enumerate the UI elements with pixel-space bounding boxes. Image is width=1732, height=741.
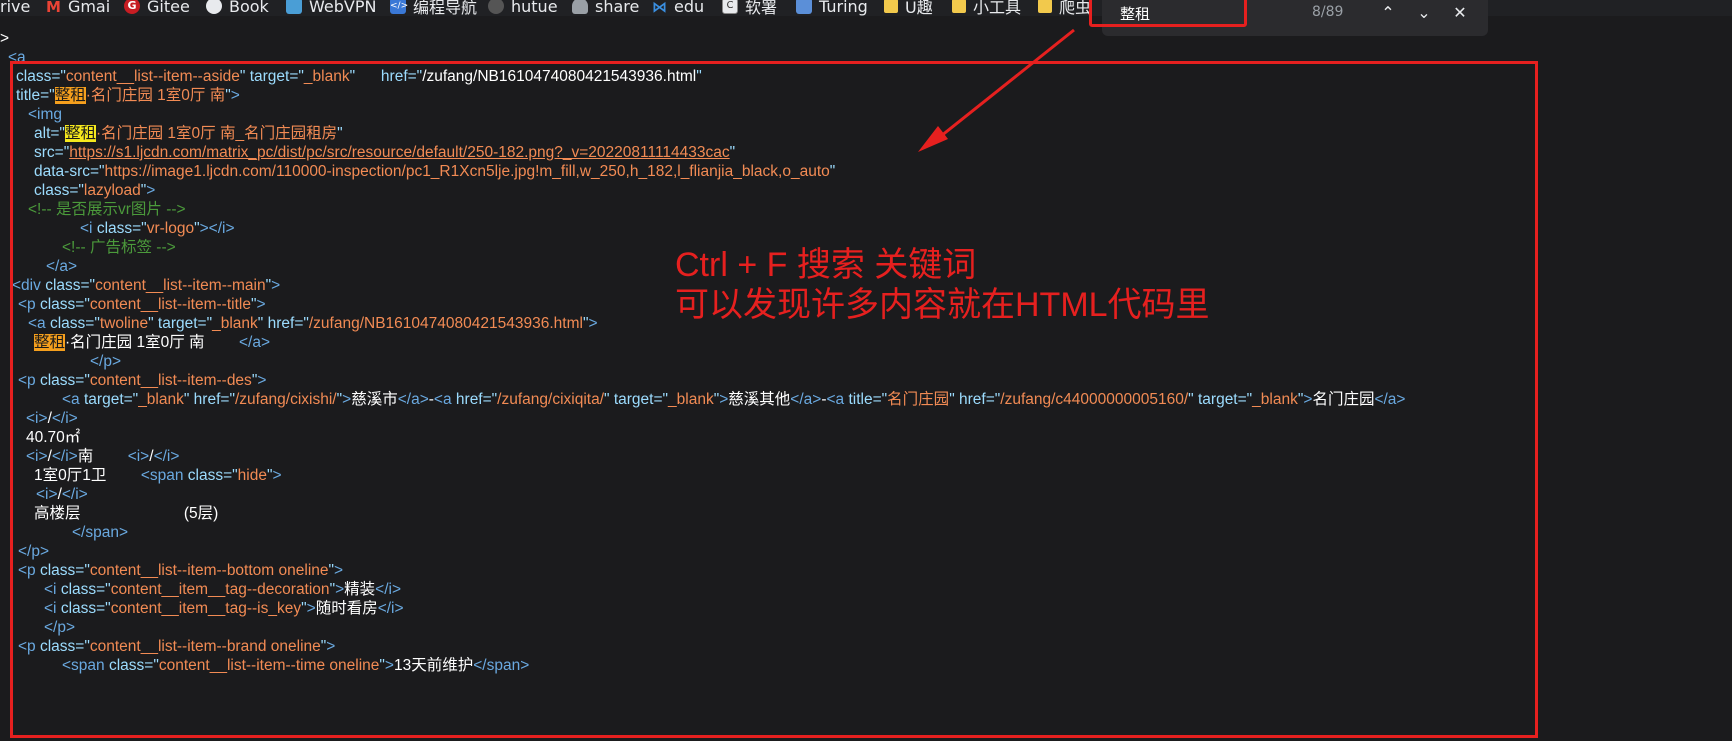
code-line: <p class="content__list--item--des">: [18, 372, 267, 389]
code-line: <i>/</i>: [36, 486, 88, 503]
code-line: <!-- 是否展示vr图片 -->: [28, 201, 186, 218]
bookmark-folder-tools[interactable]: 小工具: [952, 0, 1021, 16]
bookmark-folder-uqu[interactable]: U趣: [884, 0, 933, 16]
code-line: <a class="twoline" target="_blank" href=…: [28, 315, 598, 332]
code-line: <i class="content__item__tag--is_key">随时…: [44, 600, 404, 617]
code-line: 40.70㎡: [26, 429, 81, 446]
bookmark-drive[interactable]: rive: [0, 0, 30, 16]
code-line: <!-- 广告标签 -->: [62, 239, 176, 256]
code-line: <p class="content__list--item--brand one…: [18, 638, 336, 655]
code-line: <p class="content__list--item--title">: [18, 296, 266, 313]
bookmark-edu[interactable]: ⋈ edu: [652, 0, 704, 16]
source-code-view: > <a class="content__list--item--aside" …: [0, 18, 1732, 741]
bookmark-folder-spider[interactable]: 爬虫: [1038, 0, 1091, 16]
bookmark-label: Gitee: [147, 0, 190, 16]
code-line: data-src="https://image1.ljcdn.com/11000…: [34, 163, 836, 180]
software-icon: C: [722, 0, 738, 14]
bookmark-label: U趣: [905, 0, 933, 16]
edu-icon: ⋈: [652, 0, 667, 16]
bookmark-label: 爬虫: [1059, 0, 1092, 16]
gitee-icon: G: [124, 0, 140, 14]
code-line: src="https://s1.ljcdn.com/matrix_pc/dist…: [34, 144, 736, 161]
bookmark-book[interactable]: Book: [206, 0, 269, 16]
code-line: class="lazyload">: [34, 182, 156, 199]
code-line: </p>: [44, 619, 76, 636]
code-line: <a: [8, 49, 26, 66]
annotation-line-2: 可以发现许多内容就在HTML代码里: [675, 286, 1210, 324]
bookmark-label: 编程导航: [413, 0, 478, 16]
annotation-line-1: Ctrl + F 搜索 关键词: [675, 246, 977, 284]
code-line: </span>: [72, 524, 129, 541]
folder-icon: [1038, 0, 1052, 13]
code-line: 高楼层 (5层): [34, 505, 219, 522]
bookmark-label: 小工具: [973, 0, 1022, 16]
bookmark-share[interactable]: share: [572, 0, 639, 16]
bookmark-label: WebVPN: [309, 0, 377, 16]
code-line: <span class="content__list--item--time o…: [62, 657, 530, 674]
bookmark-gmail[interactable]: M Gmai: [46, 0, 110, 16]
bookmark-label: edu: [674, 0, 705, 16]
code-line: <i>/</i>: [26, 410, 78, 427]
bookmark-label: Turing: [819, 0, 868, 16]
code-line: </p>: [90, 353, 122, 370]
code-line: <i class="vr-logo"></i>: [80, 220, 235, 237]
bookmark-code-nav[interactable]: </> 编程导航: [390, 0, 477, 16]
bookmark-hutue[interactable]: hutue: [488, 0, 558, 16]
turing-icon: [796, 0, 812, 14]
code-line: </p>: [18, 543, 50, 560]
code-line: title="整租·名门庄园 1室0厅 南">: [16, 87, 240, 104]
bookmark-software[interactable]: C 软署: [722, 0, 777, 16]
folder-icon: [884, 0, 898, 13]
code-line: <i>/</i>南 <i>/</i>: [26, 448, 180, 465]
bookmark-label: hutue: [511, 0, 558, 16]
bookmark-label: rive: [0, 0, 31, 16]
hutue-icon: [488, 0, 504, 14]
github-icon: [206, 0, 222, 14]
code-nav-icon: </>: [390, 0, 408, 14]
folder-icon: [952, 0, 966, 13]
bookmark-label: 软署: [745, 0, 778, 16]
webvpn-icon: [286, 0, 302, 14]
code-line: 整租·名门庄园 1室0厅 南 </a>: [34, 334, 271, 351]
code-line: <p class="content__list--item--bottom on…: [18, 562, 344, 579]
bookmark-gitee[interactable]: G Gitee: [124, 0, 190, 16]
code-line: <img: [28, 106, 63, 123]
bookmark-label: share: [595, 0, 640, 16]
gmail-icon: M: [46, 0, 61, 16]
bookmark-webvpn[interactable]: WebVPN: [286, 0, 376, 16]
code-line: alt="整租·名门庄园 1室0厅 南_名门庄园租房": [34, 125, 343, 142]
bookmark-label: Book: [229, 0, 269, 16]
annotation-text: Ctrl + F 搜索 关键词 可以发现许多内容就在HTML代码里: [675, 245, 1210, 325]
code-line: class="content__list--item--aside" targe…: [16, 68, 702, 85]
code-line: <div class="content__list--item--main">: [12, 277, 281, 294]
code-line: 1室0厅1卫 <span class="hide">: [34, 467, 282, 484]
code-line: <i class="content__item__tag--decoration…: [44, 581, 402, 598]
bookmark-turing[interactable]: Turing: [796, 0, 868, 16]
code-line: >: [0, 30, 10, 47]
share-icon: [572, 0, 588, 14]
code-line: <a target="_blank" href="/zufang/cixishi…: [62, 391, 1406, 408]
code-line: </a>: [46, 258, 78, 275]
bookmark-label: Gmai: [67, 0, 111, 16]
